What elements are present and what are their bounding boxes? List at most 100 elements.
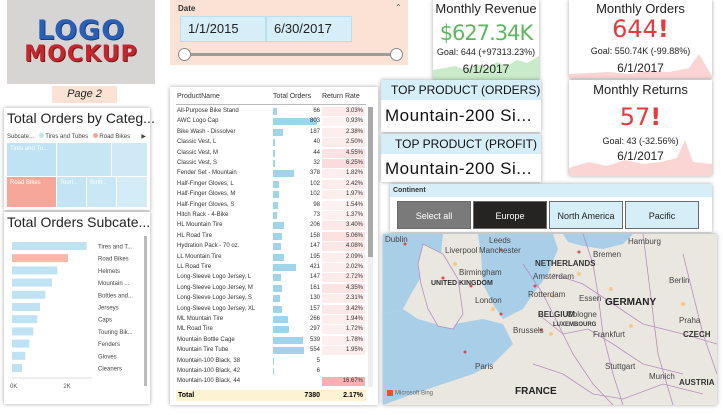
- product-name-cell: Half-Finger Gloves, M: [177, 191, 236, 198]
- caret-right-icon[interactable]: ▶: [141, 133, 146, 140]
- scrollbar-thumb[interactable]: [368, 107, 373, 257]
- table-row[interactable]: LL Mountain Tire 195 2.09%: [176, 252, 365, 262]
- map-label: Munich: [649, 372, 675, 381]
- table-row[interactable]: Long-Sleeve Logo Jersey, S 130 2.31%: [176, 294, 365, 304]
- table-row[interactable]: Bike Wash - Dissolver 187 2.38%: [176, 127, 365, 137]
- chevron-up-icon[interactable]: ⌃: [395, 3, 402, 12]
- table-row[interactable]: Half-Finger Gloves, L 102 2.42%: [176, 179, 365, 189]
- table-row[interactable]: Hitch Rack - 4-Bike 73 1.37%: [176, 211, 365, 220]
- table-row[interactable]: Mountain Bottle Cage 539 1.78%: [176, 335, 365, 345]
- kpi-revenue-goal: Goal: 644 (+97313.23%): [436, 47, 536, 57]
- product-table[interactable]: ProductName Total Orders Return Rate All…: [170, 87, 378, 405]
- chart-scrollbar[interactable]: [144, 236, 147, 386]
- treemap-tile[interactable]: Bottl...: [87, 177, 117, 207]
- treemap[interactable]: Tires and Tu... Road Bikes Touri... Bott…: [7, 143, 147, 207]
- x-axis-tick-label: 2K: [63, 384, 70, 390]
- europe-map[interactable]: Dublin Leeds Liverpool Manchester Birmin…: [383, 234, 717, 405]
- treemap-tile[interactable]: Tires and Tu...: [7, 143, 57, 177]
- subcategory-bar[interactable]: [12, 290, 46, 299]
- subcategory-bar[interactable]: [12, 278, 52, 287]
- table-row[interactable]: Fender Set - Mountain 378 1.82%: [176, 169, 365, 179]
- table-row[interactable]: Hydration Pack - 70 oz. 147 4.08%: [176, 242, 365, 252]
- return-rate-cell: 1.97%: [322, 190, 365, 200]
- kpi-monthly-orders[interactable]: Monthly Orders 644! Goal: 550.74K (-99.8…: [569, 0, 712, 78]
- orders-by-category-chart[interactable]: Total Orders by Categ... Subcate... Tire…: [4, 108, 155, 210]
- subcategory-bar[interactable]: [12, 254, 68, 263]
- product-name-cell: LL Road Tire: [177, 264, 212, 270]
- table-row[interactable]: Half-Finger Gloves, S 98 1.54%: [176, 200, 365, 210]
- column-header[interactable]: ProductName: [177, 93, 220, 100]
- table-row[interactable]: Long-Sleeve Logo Jersey, XL 157 3.42%: [176, 304, 365, 314]
- subcategory-bar[interactable]: [12, 303, 40, 311]
- table-row[interactable]: HL Road Tire 158 5.06%: [176, 231, 365, 241]
- top-product-orders-card[interactable]: TOP PRODUCT (ORDERS) Mountain-200 Si...: [381, 80, 541, 132]
- table-row[interactable]: Classic Vest, S 32 6.25%: [176, 159, 365, 168]
- table-scrollbar[interactable]: [368, 107, 373, 387]
- date-end-handle[interactable]: [390, 48, 403, 61]
- subcategory-bars[interactable]: Tires and T... Road Bikes Helmets Mountain …: [4, 236, 150, 404]
- total-orders-cell: 421: [309, 264, 320, 270]
- end-date-input[interactable]: 6/30/2017: [266, 16, 352, 42]
- subcategory-bar[interactable]: [12, 242, 87, 250]
- product-name-cell: Classic Vest, M: [177, 149, 219, 156]
- start-date-input[interactable]: 1/1/2015: [180, 16, 266, 42]
- map-label: UNITED KINGDOM: [431, 280, 493, 287]
- subcategory-bar[interactable]: [12, 327, 34, 336]
- column-header[interactable]: Return Rate: [322, 93, 360, 100]
- table-row[interactable]: Long-Sleeve Logo Jersey, M 161 4.35%: [176, 283, 365, 293]
- return-rate-cell: 0.93%: [322, 117, 365, 127]
- table-row[interactable]: Mountain Tire Tube 554 1.95%: [176, 346, 365, 356]
- table-row[interactable]: AWC Logo Cap 803 0.93%: [176, 117, 365, 127]
- kpi-monthly-revenue[interactable]: Monthly Revenue $627.34K Goal: 644 (+973…: [433, 0, 539, 80]
- total-orders-cell: 158: [309, 232, 320, 239]
- treemap-tile[interactable]: Touri...: [57, 177, 87, 207]
- table-row[interactable]: Long-Sleeve Logo Jersey, L 147 2.72%: [176, 273, 365, 283]
- product-name-cell: Hitch Rack - 4-Bike: [177, 212, 229, 218]
- table-row[interactable]: Mountain-100 Black, 44 16.67%: [176, 377, 365, 387]
- map-label: AUSTRIA: [679, 378, 715, 387]
- subcategory-bar[interactable]: [12, 339, 30, 348]
- total-orders-cell: 44: [313, 149, 320, 156]
- kpi-orders-title: Monthly Orders: [596, 1, 685, 16]
- subcategory-bar[interactable]: [12, 364, 23, 372]
- treemap-tile[interactable]: [112, 143, 147, 177]
- table-row[interactable]: Mountain-100 Black, 42 6: [176, 367, 354, 376]
- return-rate-cell: 4.08%: [322, 242, 365, 252]
- date-start-handle[interactable]: [178, 48, 191, 61]
- map-label: Liverpool: [445, 246, 478, 255]
- continent-option-pacific[interactable]: Pacific: [625, 201, 699, 229]
- continent-option-north-america[interactable]: North America: [549, 201, 623, 229]
- table-row[interactable]: Classic Vest, M 44 4.55%: [176, 148, 365, 158]
- legend-item: Road Bikes: [99, 134, 131, 140]
- continent-option-select-all[interactable]: Select all: [397, 201, 471, 229]
- subcategory-bar[interactable]: [12, 315, 38, 324]
- date-range-track[interactable]: [184, 53, 392, 56]
- total-orders-cell: 40: [313, 139, 320, 146]
- subcategory-bar[interactable]: [12, 351, 26, 360]
- table-row[interactable]: LL Road Tire 421 2.02%: [176, 263, 365, 272]
- table-row[interactable]: ML Road Tire 297 1.72%: [176, 325, 365, 335]
- table-row[interactable]: Half-Finger Gloves, M 102 1.97%: [176, 190, 365, 200]
- map-label: Birmingham: [459, 268, 502, 277]
- total-orders-cell: 73: [313, 212, 320, 218]
- top-product-orders-value: Mountain-200 Si...: [385, 106, 532, 125]
- table-row[interactable]: ML Mountain Tire 266 1.94%: [176, 315, 365, 324]
- table-row[interactable]: All-Purpose Bike Stand 66 3.03%: [176, 107, 365, 116]
- treemap-tile[interactable]: [117, 177, 147, 207]
- total-orders-cell: 554: [309, 347, 320, 354]
- orders-subcategory-chart[interactable]: Total Orders Subcate... Tires and T... Ro…: [4, 212, 150, 404]
- continent-slicer-title: Continent: [390, 184, 712, 197]
- column-header[interactable]: Total Orders: [273, 93, 311, 100]
- table-row[interactable]: Classic Vest, L 40 2.50%: [176, 138, 365, 148]
- table-row[interactable]: HL Mountain Tire 206 3.40%: [176, 221, 365, 231]
- return-rate-cell: [322, 357, 365, 366]
- top-product-profit-card[interactable]: TOP PRODUCT (PROFIT) Mountain-200 Si...: [381, 134, 541, 182]
- table-row[interactable]: Mountain-100 Black, 38 5: [176, 357, 354, 366]
- treemap-tile[interactable]: Road Bikes: [7, 177, 57, 207]
- map-label: FRANCE: [515, 386, 557, 397]
- treemap-tile[interactable]: [57, 143, 112, 177]
- continent-option-europe[interactable]: Europe: [473, 201, 547, 229]
- kpi-monthly-returns[interactable]: Monthly Returns 57! Goal: 43 (-32.56%) 6…: [569, 80, 712, 176]
- subcategory-bar[interactable]: [12, 266, 58, 275]
- total-orders-cell: 130: [309, 295, 320, 302]
